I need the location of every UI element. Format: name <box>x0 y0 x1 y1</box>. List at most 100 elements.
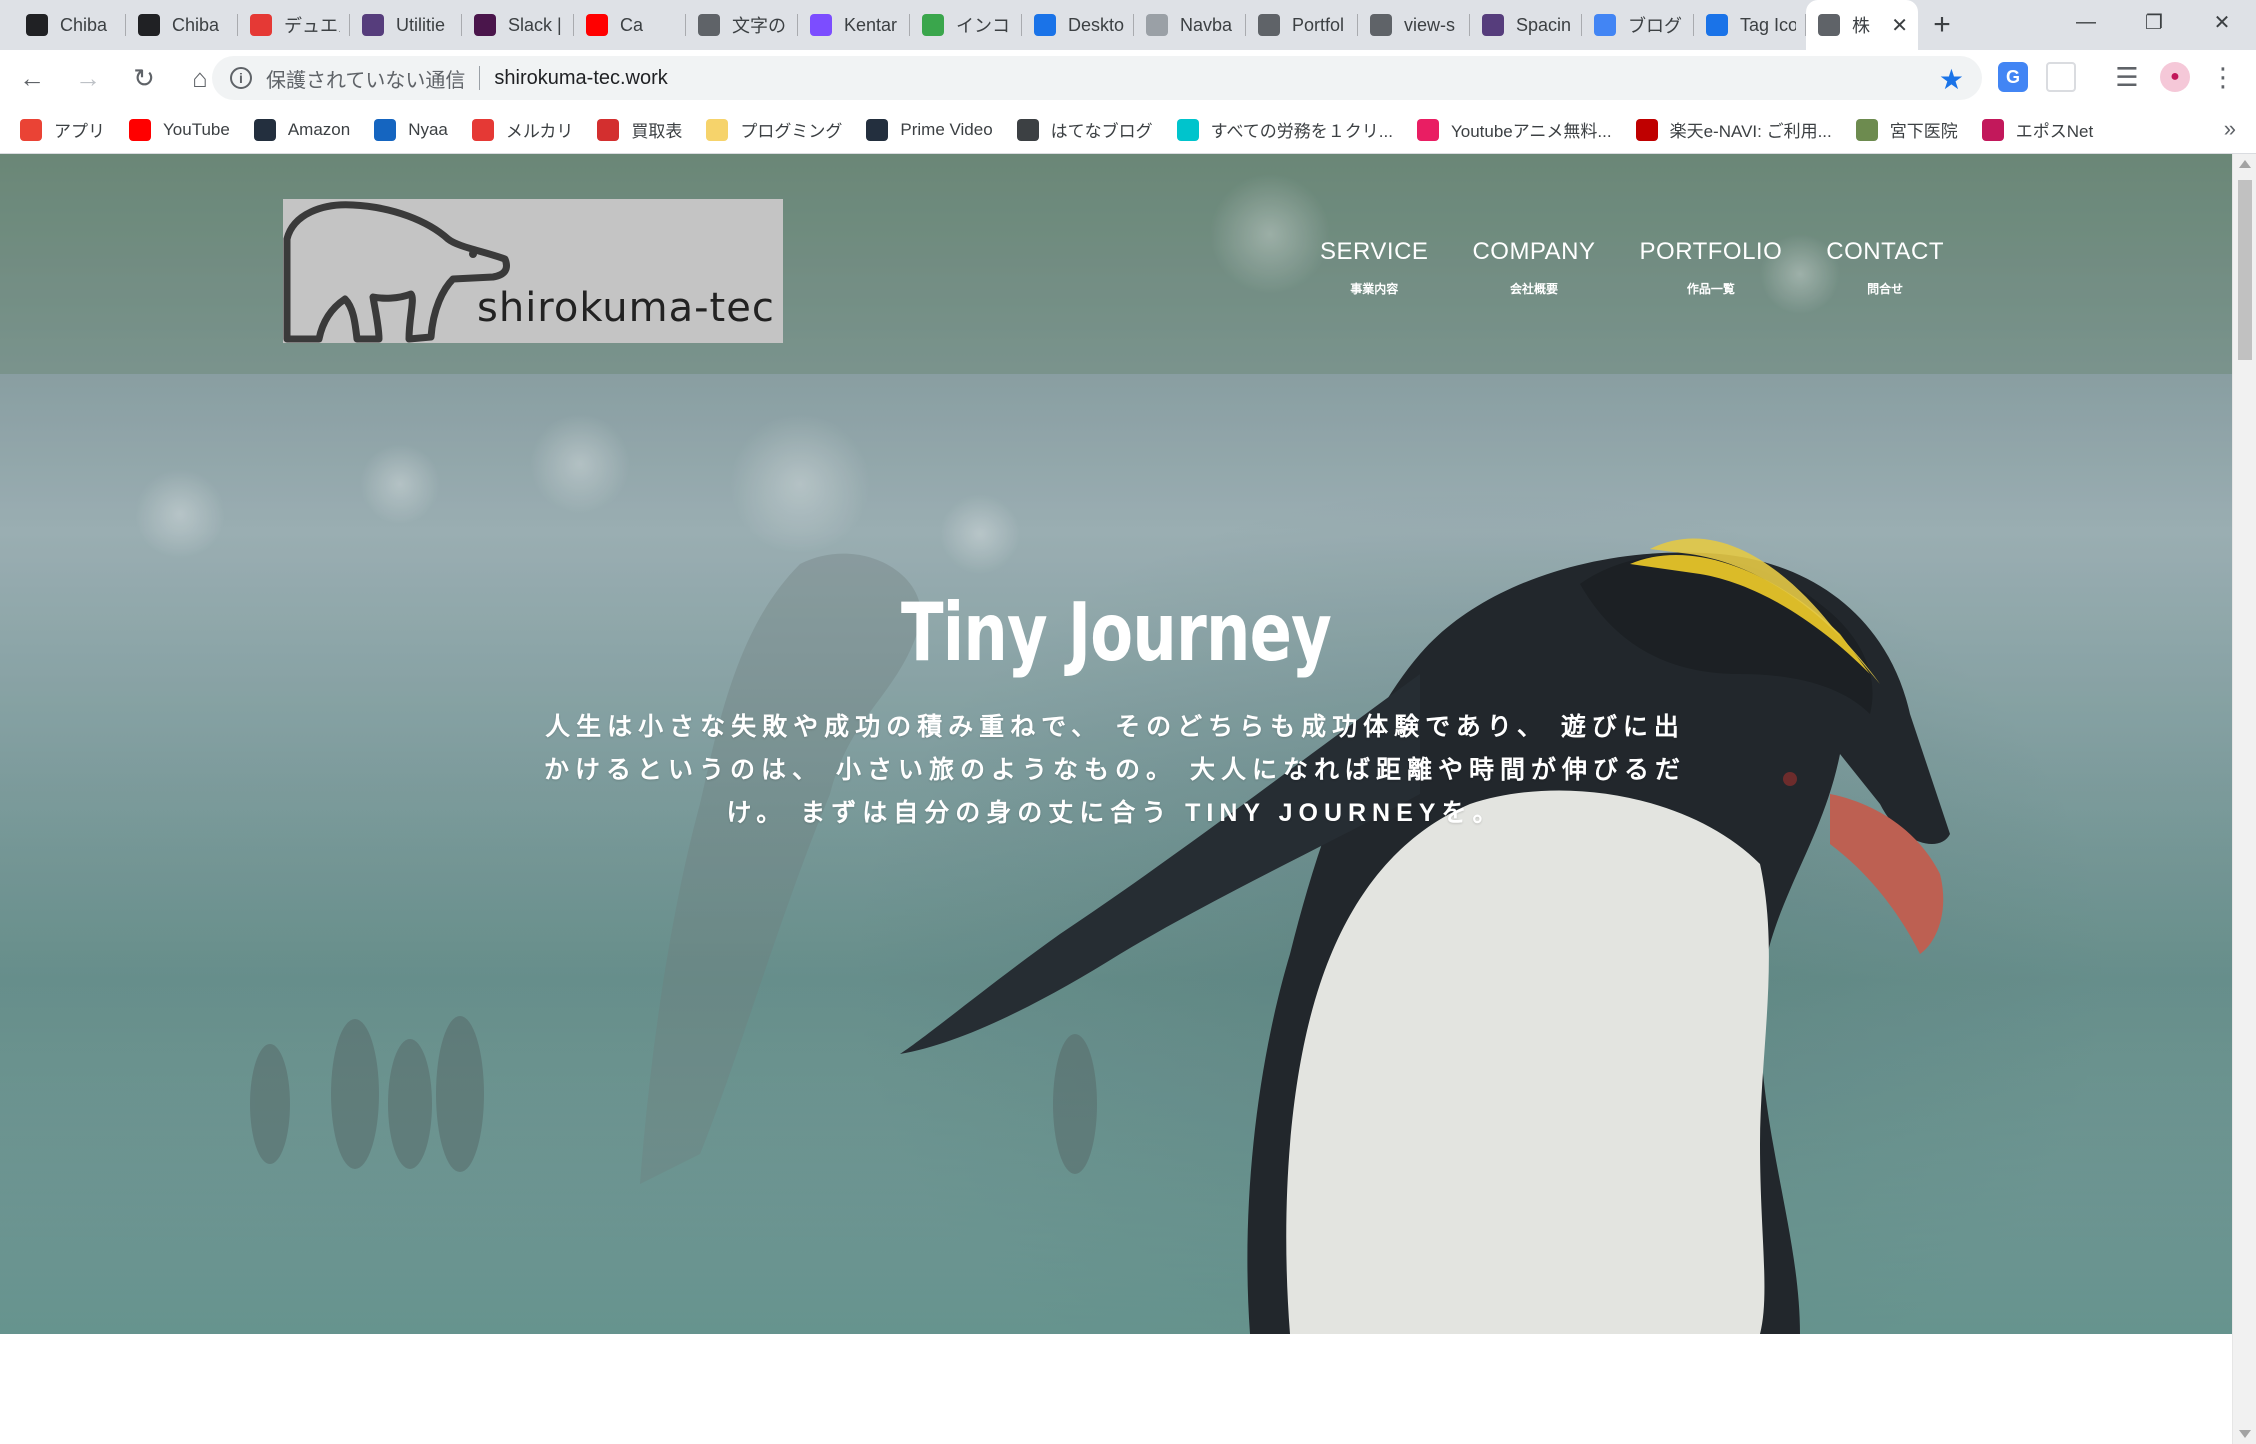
youtube-icon <box>129 118 151 141</box>
forward-button[interactable]: → <box>64 54 112 102</box>
security-status[interactable]: 保護されていない通信 <box>266 64 465 93</box>
bookmark-item[interactable]: Prime Video <box>866 118 993 141</box>
tab[interactable]: Spacin <box>1470 0 1582 50</box>
tab-label: view-s <box>1404 14 1456 35</box>
tab[interactable]: view-s <box>1358 0 1470 50</box>
tab[interactable]: Navba <box>1134 0 1246 50</box>
tab-active[interactable]: 株 ✕ <box>1806 0 1918 50</box>
page-viewport: shirokuma-tec SERVICE 事業内容 COMPANY 会社概要 … <box>0 154 2232 1444</box>
hero-section: shirokuma-tec SERVICE 事業内容 COMPANY 会社概要 … <box>0 154 2232 1334</box>
bookmark-label: 宮下医院 <box>1889 122 1958 141</box>
media-queue-icon[interactable]: ☰ <box>2112 62 2142 92</box>
tab[interactable]: Ca <box>574 0 686 50</box>
tab-label: インコ <box>956 16 1010 36</box>
bookmark-item[interactable]: 買取表 <box>597 117 682 142</box>
page-scrollbar[interactable] <box>2232 154 2256 1444</box>
extension-icon[interactable] <box>2046 62 2076 92</box>
browser-menu-icon[interactable]: ⋮ <box>2208 62 2238 92</box>
tab[interactable]: Portfol <box>1246 0 1358 50</box>
tab[interactable]: インコ <box>910 0 1022 50</box>
google-favicon-icon <box>1594 14 1616 36</box>
bookmark-item[interactable]: Youtubeアニメ無料... <box>1416 117 1612 142</box>
bookmark-label: 楽天e-NAVI: ご利用... <box>1669 122 1832 141</box>
tab[interactable]: Kentar <box>798 0 910 50</box>
minimize-button[interactable]: — <box>2052 0 2120 44</box>
info-icon[interactable]: i <box>230 67 252 89</box>
tab[interactable]: デュエル <box>238 0 350 50</box>
hero-copy: 人生は小さな失敗や成功の積み重ねで、 そのどちらも成功体験であり、 遊びに出かけ… <box>544 713 1686 827</box>
tab-label: 文字の <box>732 16 786 36</box>
tab-label: Slack | <box>508 14 562 35</box>
bookmark-item[interactable]: 宮下医院 <box>1855 117 1958 142</box>
site-logo[interactable]: shirokuma-tec <box>283 199 783 343</box>
nav-company[interactable]: COMPANY 会社概要 <box>1472 238 1595 297</box>
bookmark-item[interactable]: 楽天e-NAVI: ご利用... <box>1635 117 1832 142</box>
nav-sublabel: 作品一覧 <box>1686 282 1735 296</box>
tab[interactable]: Chiba <box>126 0 238 50</box>
nav-sublabel: 事業内容 <box>1350 282 1399 296</box>
tab[interactable]: Tag Ico <box>1694 0 1806 50</box>
clinic-icon <box>1855 118 1878 141</box>
translate-extension-icon[interactable]: G <box>1998 62 2028 92</box>
mercari-icon <box>471 118 494 141</box>
hero-title: Tiny Journey <box>900 586 1332 679</box>
url-text[interactable]: shirokuma-tec.work <box>494 67 667 90</box>
bookmark-label: メルカリ <box>505 122 574 141</box>
tab[interactable]: Utilitie <box>350 0 462 50</box>
anime-icon <box>1416 118 1439 141</box>
tab-label: Ca <box>620 14 644 35</box>
tab[interactable]: Chiba <box>14 0 126 50</box>
bookmark-label: アプリ <box>54 122 105 141</box>
bookmark-label: プログミング <box>740 122 843 141</box>
nav-sublabel: 会社概要 <box>1509 282 1558 296</box>
address-bar[interactable]: i 保護されていない通信 shirokuma-tec.work ★ <box>212 56 1982 100</box>
tab-close-icon[interactable]: ✕ <box>1891 13 1908 38</box>
bookmark-item[interactable]: Amazon <box>253 118 351 141</box>
maximize-button[interactable]: ❐ <box>2120 0 2188 44</box>
tab-label: Portfol <box>1292 14 1345 35</box>
bookmark-label: Amazon <box>287 119 351 139</box>
tab[interactable]: 文字の <box>686 0 798 50</box>
tab-list: Chiba Chiba デュエル Utilitie Slack | Ca 文字の Kentar… <box>0 0 1918 50</box>
scrollbar-thumb[interactable] <box>2238 180 2252 360</box>
scroll-up-icon[interactable] <box>2239 160 2251 168</box>
new-tab-button[interactable]: + <box>1918 0 1966 50</box>
bookmark-label: エポスNet <box>2015 122 2094 141</box>
global-nav: SERVICE 事業内容 COMPANY 会社概要 PORTFOLIO 作品一覧… <box>1320 238 1944 297</box>
profile-avatar[interactable]: ● <box>2160 62 2190 92</box>
scroll-down-icon[interactable] <box>2239 1430 2251 1438</box>
tab[interactable]: Deskto <box>1022 0 1134 50</box>
bookmark-label: すべての労務を１クリ... <box>1210 122 1393 141</box>
tab-label: Kentar <box>844 14 898 35</box>
tab-label: Deskto <box>1068 14 1124 35</box>
amazon-icon <box>866 118 889 141</box>
back-button[interactable]: ← <box>8 54 56 102</box>
tab[interactable]: Slack | <box>462 0 574 50</box>
bookmarks-overflow-icon[interactable]: » <box>2224 116 2236 142</box>
reload-button[interactable]: ↻ <box>120 54 168 102</box>
nav-contact[interactable]: CONTACT 問合せ <box>1826 238 1944 297</box>
bookmark-item[interactable]: プログミング <box>706 117 842 142</box>
tab-label: Tag Ico <box>1740 14 1796 35</box>
bird-favicon-icon <box>26 14 48 36</box>
bookmark-label: Youtubeアニメ無料... <box>1450 122 1612 141</box>
nav-service[interactable]: SERVICE 事業内容 <box>1320 238 1428 297</box>
browser-toolbar: ← → ↻ ⌂ i 保護されていない通信 shirokuma-tec.work … <box>0 50 2256 106</box>
bookmark-item[interactable]: エポスNet <box>1981 117 2094 142</box>
bookmark-item[interactable]: アプリ <box>20 117 105 142</box>
smarthr-icon <box>1176 118 1199 141</box>
close-window-button[interactable]: ✕ <box>2188 0 2256 44</box>
bookmark-star-icon[interactable]: ★ <box>1939 63 1964 96</box>
folder-icon <box>706 118 729 141</box>
bookmark-item[interactable]: はてなブログ <box>1016 117 1153 142</box>
bookmarks-bar: アプリ YouTube Amazon Nyaa メルカリ 買取表 プログミング Prime V… <box>0 106 2256 154</box>
bootstrap-favicon-icon <box>1482 14 1504 36</box>
nav-portfolio[interactable]: PORTFOLIO 作品一覧 <box>1640 238 1783 297</box>
tab[interactable]: ブログラ <box>1582 0 1694 50</box>
bookmark-item[interactable]: YouTube <box>129 118 230 141</box>
bookmark-item[interactable]: すべての労務を１クリ... <box>1176 117 1393 142</box>
kaitori-icon <box>597 118 620 141</box>
bookmark-item[interactable]: メルカリ <box>471 117 574 142</box>
nav-sublabel: 問合せ <box>1867 282 1904 296</box>
bookmark-item[interactable]: Nyaa <box>374 118 448 141</box>
